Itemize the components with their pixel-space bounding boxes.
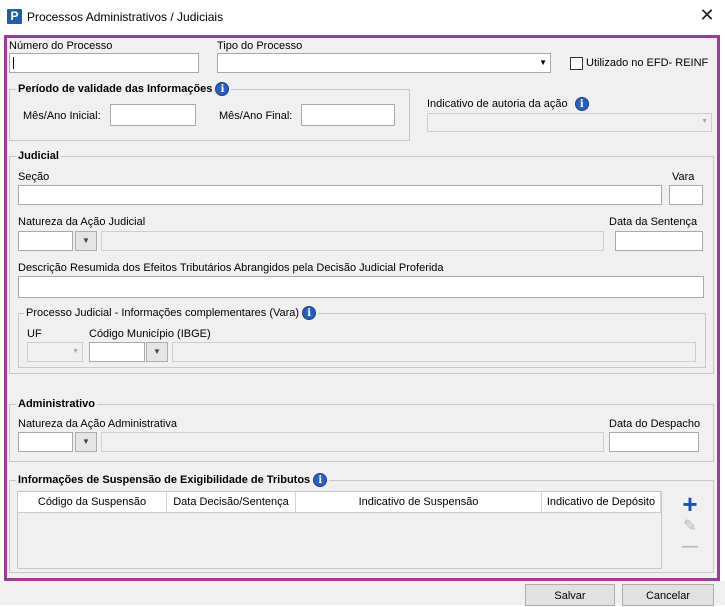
info-icon[interactable]: i [302,306,317,320]
autoria-label-text: Indicativo de autoria da ação [427,98,568,110]
tipo-processo-label: Tipo do Processo [217,40,303,52]
suspensao-legend: Informações de Suspensão de Exigibilidad… [16,473,330,487]
table-header: Código da Suspensão Data Decisão/Sentenç… [18,492,661,513]
municipio-label: Código Município (IBGE) [89,328,211,340]
remove-icon[interactable]: — [680,538,700,558]
natureza-adm-description [101,432,604,452]
column-header[interactable]: Código da Suspensão [18,492,167,512]
text-cursor [13,57,14,69]
mes-inicial-input[interactable] [110,104,196,126]
data-despacho-label: Data do Despacho [609,418,701,430]
secao-label: Seção [18,171,50,183]
mes-final-label: Mês/Ano Final: [219,110,293,122]
save-button[interactable]: Salvar [525,584,615,606]
municipio-dropdown-button[interactable]: ▼ [146,342,168,362]
vara-input[interactable] [669,185,703,205]
info-icon[interactable]: i [215,82,230,96]
column-header[interactable]: Indicativo de Depósito [542,492,661,512]
mes-inicial-label: Mês/Ano Inicial: [23,110,101,122]
natureza-judicial-label: Natureza da Ação Judicial [18,216,146,228]
natureza-adm-code-input[interactable] [18,432,73,452]
descricao-label: Descrição Resumida dos Efeitos Tributári… [18,262,444,274]
column-header[interactable]: Indicativo de Suspensão [296,492,542,512]
bottom-bar [0,581,725,605]
descricao-input[interactable] [18,276,704,298]
chevron-down-icon: ▼ [539,58,547,67]
app-icon: P [7,9,22,24]
municipio-description [172,342,696,362]
data-despacho-input[interactable] [609,432,699,452]
tipo-processo-select[interactable]: ▼ [217,53,551,73]
natureza-adm-dropdown-button[interactable]: ▼ [75,432,97,452]
window-title: Processos Administrativos / Judiciais [27,10,224,24]
info-icon[interactable]: i [313,473,328,487]
chevron-down-icon: ▼ [701,118,708,125]
chevron-down-icon: ▼ [153,347,161,356]
efd-reinf-label: Utilizado no EFD- REINF [586,57,709,69]
natureza-judicial-description [101,231,604,251]
vara-label: Vara [672,171,695,183]
autoria-select[interactable]: ▼ [427,113,712,132]
complementares-legend-text: Processo Judicial - Informações compleme… [26,307,300,319]
judicial-legend: Judicial [16,150,61,162]
efd-reinf-checkbox[interactable] [570,57,583,70]
suspensao-table[interactable]: Código da Suspensão Data Decisão/Sentenç… [17,491,662,569]
add-icon[interactable]: + [679,491,701,517]
numero-processo-input[interactable] [9,53,199,73]
column-header[interactable]: Data Decisão/Sentença [167,492,296,512]
mes-final-input[interactable] [301,104,395,126]
edit-icon[interactable]: ✎ [680,516,700,536]
natureza-judicial-dropdown-button[interactable]: ▼ [75,231,97,251]
municipio-code-input[interactable] [89,342,145,362]
numero-processo-label: Número do Processo [9,40,113,52]
administrativo-legend: Administrativo [16,398,98,410]
data-sentenca-label: Data da Sentença [609,216,698,228]
periodo-legend: Período de validade das Informações i [16,82,232,96]
data-sentenca-input[interactable] [615,231,703,251]
uf-label: UF [27,328,42,340]
periodo-legend-text: Período de validade das Informações [18,83,213,95]
cancel-button[interactable]: Cancelar [622,584,714,606]
suspensao-legend-text: Informações de Suspensão de Exigibilidad… [18,474,311,486]
chevron-down-icon: ▼ [72,348,79,355]
natureza-adm-label: Natureza da Ação Administrativa [18,418,177,430]
uf-select[interactable]: ▼ [27,342,83,362]
close-icon[interactable]: ✕ [696,3,718,27]
complementares-legend: Processo Judicial - Informações compleme… [24,306,319,320]
secao-input[interactable] [18,185,662,205]
info-icon[interactable]: i [574,97,589,111]
autoria-label: Indicativo de autoria da ação i [427,97,589,111]
chevron-down-icon: ▼ [82,437,90,446]
chevron-down-icon: ▼ [82,236,90,245]
natureza-judicial-code-input[interactable] [18,231,73,251]
